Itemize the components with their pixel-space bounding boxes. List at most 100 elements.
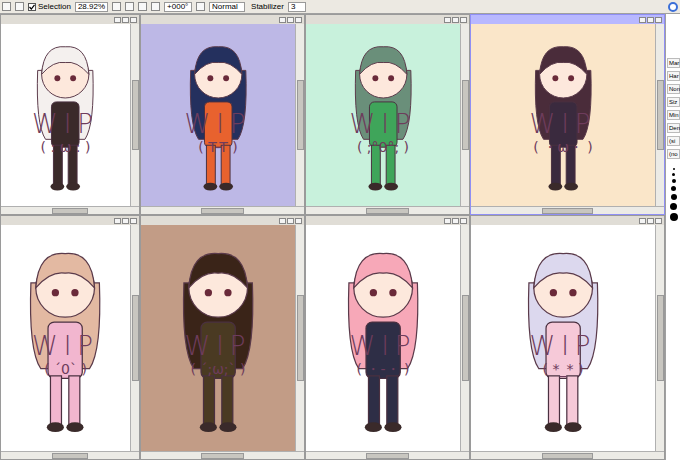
- panel-field[interactable]: Har: [667, 71, 680, 81]
- scroll-thumb[interactable]: [132, 295, 139, 381]
- window-title-bar[interactable]: [1, 216, 139, 225]
- panel-field[interactable]: Siz: [667, 97, 680, 107]
- window-title-bar[interactable]: [1, 15, 139, 24]
- scroll-thumb[interactable]: [542, 208, 592, 214]
- vertical-scrollbar[interactable]: [295, 24, 304, 206]
- canvas-window[interactable]: WIP( ・-・ ): [305, 215, 470, 460]
- scroll-thumb[interactable]: [201, 453, 243, 459]
- minimize-button[interactable]: [444, 17, 451, 23]
- selection-checkbox[interactable]: [28, 3, 36, 11]
- close-button[interactable]: [460, 218, 467, 224]
- scroll-thumb[interactable]: [297, 80, 304, 149]
- vertical-scrollbar[interactable]: [460, 225, 469, 451]
- horizontal-scrollbar[interactable]: [306, 206, 469, 214]
- canvas[interactable]: WIP( ・-・ ): [306, 225, 460, 451]
- color-wheel-icon[interactable]: [668, 2, 678, 12]
- brush-size-dot[interactable]: [670, 203, 677, 210]
- maximize-button[interactable]: [452, 17, 459, 23]
- view-button[interactable]: [138, 2, 147, 11]
- horizontal-scrollbar[interactable]: [471, 206, 664, 214]
- tool-button[interactable]: [15, 2, 24, 11]
- horizontal-scrollbar[interactable]: [141, 451, 304, 459]
- canvas-window[interactable]: WIP( ・ω・ ): [470, 14, 665, 215]
- zoom-field[interactable]: 28.92%: [75, 2, 108, 12]
- window-title-bar[interactable]: [141, 216, 304, 225]
- maximize-button[interactable]: [287, 218, 294, 224]
- maximize-button[interactable]: [452, 218, 459, 224]
- canvas[interactable]: WIP( ・ω・ ): [471, 24, 655, 206]
- canvas[interactable]: WIP( ´0` ): [1, 225, 130, 451]
- close-button[interactable]: [655, 17, 662, 23]
- stabilizer-field[interactable]: 3: [288, 2, 306, 12]
- horizontal-scrollbar[interactable]: [471, 451, 664, 459]
- scroll-thumb[interactable]: [366, 208, 408, 214]
- window-title-bar[interactable]: [471, 15, 664, 24]
- panel-field[interactable]: (no: [667, 149, 680, 159]
- horizontal-scrollbar[interactable]: [306, 451, 469, 459]
- window-title-bar[interactable]: [471, 216, 664, 225]
- maximize-button[interactable]: [647, 17, 654, 23]
- panel-field[interactable]: (si: [667, 136, 680, 146]
- scroll-thumb[interactable]: [52, 453, 88, 459]
- close-button[interactable]: [130, 218, 137, 224]
- view-button[interactable]: [151, 2, 160, 11]
- view-button[interactable]: [125, 2, 134, 11]
- minimize-button[interactable]: [114, 218, 121, 224]
- scroll-thumb[interactable]: [462, 80, 469, 149]
- scroll-thumb[interactable]: [657, 80, 664, 149]
- panel-field[interactable]: Den: [667, 123, 680, 133]
- brush-size-dot[interactable]: [670, 213, 678, 221]
- vertical-scrollbar[interactable]: [460, 24, 469, 206]
- scroll-thumb[interactable]: [52, 208, 88, 214]
- maximize-button[interactable]: [122, 17, 129, 23]
- window-title-bar[interactable]: [141, 15, 304, 24]
- horizontal-scrollbar[interactable]: [1, 451, 139, 459]
- scroll-thumb[interactable]: [132, 80, 139, 149]
- canvas[interactable]: WIP( : ω : ): [1, 24, 130, 206]
- close-button[interactable]: [130, 17, 137, 23]
- close-button[interactable]: [295, 17, 302, 23]
- canvas-window[interactable]: WIP( : ω : ): [0, 14, 140, 215]
- scroll-thumb[interactable]: [201, 208, 243, 214]
- minimize-button[interactable]: [639, 218, 646, 224]
- canvas-window[interactable]: WIP( *_* ): [470, 215, 665, 460]
- panel-field[interactable]: Mar: [667, 58, 680, 68]
- scroll-thumb[interactable]: [297, 295, 304, 381]
- vertical-scrollbar[interactable]: [130, 24, 139, 206]
- canvas[interactable]: WIP( ;°0°; ): [306, 24, 460, 206]
- minimize-button[interactable]: [279, 17, 286, 23]
- canvas-window[interactable]: WIP( T-T ): [140, 14, 305, 215]
- minimize-button[interactable]: [639, 17, 646, 23]
- brush-size-dot[interactable]: [672, 179, 676, 183]
- horizontal-scrollbar[interactable]: [1, 206, 139, 214]
- panel-field[interactable]: Non: [667, 84, 680, 94]
- close-button[interactable]: [460, 17, 467, 23]
- minimize-button[interactable]: [114, 17, 121, 23]
- brush-size-dot[interactable]: [672, 173, 675, 176]
- maximize-button[interactable]: [122, 218, 129, 224]
- vertical-scrollbar[interactable]: [655, 225, 664, 451]
- close-button[interactable]: [295, 218, 302, 224]
- view-button[interactable]: [112, 2, 121, 11]
- scroll-thumb[interactable]: [462, 295, 469, 381]
- brush-size-dot[interactable]: [671, 186, 676, 191]
- horizontal-scrollbar[interactable]: [141, 206, 304, 214]
- vertical-scrollbar[interactable]: [655, 24, 664, 206]
- maximize-button[interactable]: [287, 17, 294, 23]
- maximize-button[interactable]: [647, 218, 654, 224]
- tool-button[interactable]: [2, 2, 11, 11]
- vertical-scrollbar[interactable]: [295, 225, 304, 451]
- scroll-thumb[interactable]: [657, 295, 664, 381]
- brush-size-dot[interactable]: [673, 168, 675, 170]
- scroll-thumb[interactable]: [366, 453, 408, 459]
- minimize-button[interactable]: [444, 218, 451, 224]
- blend-mode-dropdown[interactable]: Normal: [209, 2, 245, 12]
- scroll-thumb[interactable]: [542, 453, 592, 459]
- window-title-bar[interactable]: [306, 15, 469, 24]
- canvas[interactable]: WIP( *_* ): [471, 225, 655, 451]
- minimize-button[interactable]: [279, 218, 286, 224]
- vertical-scrollbar[interactable]: [130, 225, 139, 451]
- window-title-bar[interactable]: [306, 216, 469, 225]
- rotation-field[interactable]: +000°: [164, 2, 192, 12]
- canvas[interactable]: WIP( T-T ): [141, 24, 295, 206]
